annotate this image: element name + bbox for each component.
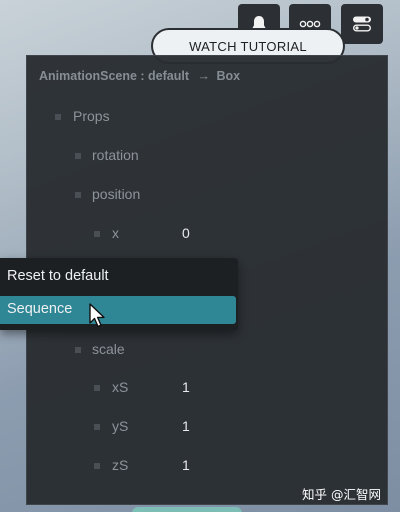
prop-label: position [92, 186, 141, 202]
mouse-pointer-icon [89, 303, 105, 328]
prop-label: zS [112, 457, 129, 473]
prop-row-zS[interactable]: zS 1 [27, 456, 387, 476]
bullet-icon [94, 231, 100, 237]
toggles-icon [353, 16, 372, 32]
prop-row-position[interactable]: position [27, 185, 387, 205]
prop-row-yS[interactable]: yS 1 [27, 417, 387, 437]
bullet-icon [75, 347, 81, 353]
prop-value[interactable]: 0 [182, 225, 190, 241]
bullet-icon [75, 153, 81, 159]
prop-label: xS [112, 379, 129, 395]
prop-row-scale[interactable]: scale [27, 340, 387, 360]
panels-toggle-button[interactable] [341, 4, 383, 44]
bottom-teal-element [132, 507, 242, 512]
menu-item-reset-to-default[interactable]: Reset to default [0, 263, 236, 291]
prop-label: Props [73, 108, 110, 124]
prop-label: x [112, 225, 119, 241]
watermark: 知乎 @汇智网 [302, 487, 381, 502]
bullet-icon [94, 424, 100, 430]
prop-row-xS[interactable]: xS 1 [27, 378, 387, 398]
breadcrumb-scene: AnimationScene : default [39, 69, 190, 83]
prop-label: yS [112, 418, 129, 434]
menu-item-sequence[interactable]: Sequence [0, 296, 236, 324]
prop-value[interactable]: 1 [182, 418, 190, 434]
context-menu: Reset to default Sequence [0, 258, 238, 330]
prop-label: rotation [92, 147, 139, 163]
prop-label: scale [92, 341, 125, 357]
bullet-icon [75, 192, 81, 198]
prop-row-props[interactable]: Props [27, 107, 387, 127]
breadcrumb: AnimationScene : default → Box [39, 69, 240, 83]
prop-value[interactable]: 1 [182, 379, 190, 395]
prop-value[interactable]: 1 [182, 457, 190, 473]
bullet-icon [94, 385, 100, 391]
prop-row-rotation[interactable]: rotation [27, 146, 387, 166]
bullet-icon [55, 114, 61, 120]
more-dots-icon [299, 20, 321, 28]
bullet-icon [94, 463, 100, 469]
breadcrumb-object: Box [216, 69, 241, 83]
prop-row-x[interactable]: x 0 [27, 224, 387, 244]
breadcrumb-arrow-icon: → [197, 69, 211, 83]
